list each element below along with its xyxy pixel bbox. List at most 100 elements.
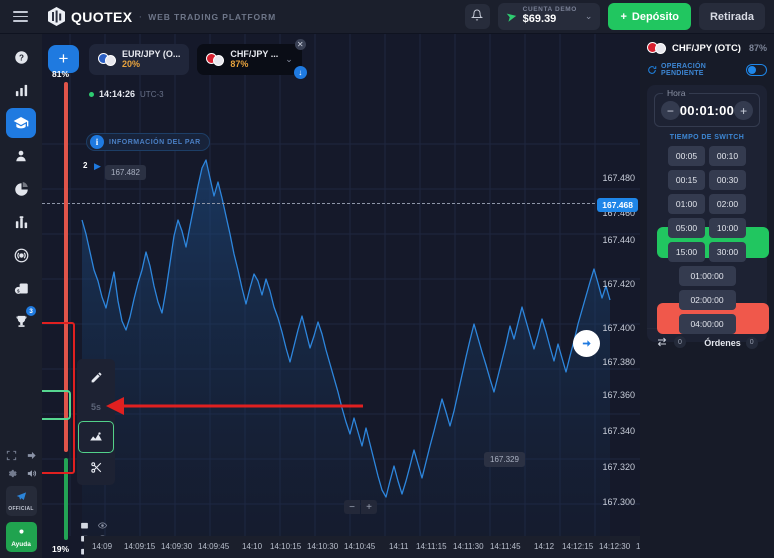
swap-group[interactable]: 0: [647, 336, 695, 348]
switch-option[interactable]: 10:00: [709, 218, 746, 238]
close-icon[interactable]: ✕: [294, 39, 306, 50]
brand-logo-group[interactable]: QUOTEX: [48, 7, 133, 26]
order-marker-icon: ▶: [94, 161, 101, 171]
price-tick: 167.380: [602, 357, 635, 367]
swap-icon: [656, 336, 668, 348]
low-price-tooltip: 167.329: [484, 452, 525, 467]
online-status-dot: [89, 91, 94, 97]
sidebar-utility-row-2: [6, 468, 37, 479]
brand-name: QUOTEX: [71, 8, 133, 25]
price-tick: 167.300: [602, 497, 635, 507]
current-price-line: [42, 203, 610, 204]
trade-controls: Hora − 00:01:00 + TIEMPO DE SWITCH 00:05…: [647, 85, 769, 349]
time-tick: 14:12:15: [562, 542, 594, 551]
help-support-button[interactable]: Ayuda: [5, 522, 37, 552]
time-tick: 14:10:15: [270, 542, 302, 551]
price-area-fill: [82, 160, 610, 536]
time-legend: Hora: [663, 88, 690, 98]
clock-time: 14:14:26: [99, 89, 136, 99]
switch-option[interactable]: 00:15: [668, 170, 705, 190]
time-stepper: − 00:01:00 +: [661, 101, 753, 120]
layer-row[interactable]: [80, 521, 107, 530]
switch-option[interactable]: 02:00:00: [678, 290, 736, 310]
chevron-down-icon[interactable]: ⌄: [285, 54, 293, 65]
switch-time-options: 00:05 00:10 00:15 00:30 01:00 02:00 05:0…: [654, 146, 760, 334]
drawing-toolbar: 5s: [77, 359, 115, 485]
svg-text:?: ?: [19, 53, 24, 62]
hamburger-line: [12, 15, 28, 18]
notifications-button[interactable]: [464, 4, 490, 29]
account-balance: $69.39: [522, 13, 557, 26]
help-label: Ayuda: [11, 541, 31, 548]
time-fieldset: Hora − 00:01:00 +: [654, 88, 760, 127]
account-selector[interactable]: ➤ CUENTA DEMO $69.39 ⌄: [497, 3, 601, 30]
sidebar-item-profile[interactable]: [6, 141, 36, 171]
scissors-tool-icon[interactable]: [77, 452, 115, 482]
time-tick: 14:11:45: [490, 542, 521, 551]
trade-panel: CHF/JPY (OTC) 87% OPERACIÓN PENDIENTE Ho…: [640, 34, 774, 558]
chart-area[interactable]: + 81% 19% EUR/JPY (O... 20% CHF/JPY ...: [42, 34, 640, 558]
sidebar-item-stats[interactable]: [6, 75, 36, 105]
pending-order-toggle[interactable]: [745, 64, 767, 76]
switch-option[interactable]: 15:00: [668, 242, 705, 262]
timeframe-5s-label[interactable]: 5s: [77, 392, 115, 422]
sidebar-item-portfolio[interactable]: [6, 207, 36, 237]
hamburger-menu-button[interactable]: [0, 0, 40, 34]
flag-pair-icon: [647, 41, 668, 55]
switch-option[interactable]: 01:00:00: [678, 266, 736, 286]
arrow-right-icon: [582, 340, 591, 347]
chevron-down-icon: ⌄: [584, 11, 593, 21]
eye-icon[interactable]: [98, 521, 107, 530]
official-label: OFFICIAL: [8, 505, 34, 512]
arrow-right-icon[interactable]: [26, 450, 37, 461]
gear-icon[interactable]: [6, 468, 17, 479]
fullscreen-icon[interactable]: [6, 450, 17, 461]
switch-option[interactable]: 00:05: [668, 146, 705, 166]
download-icon[interactable]: ↓: [293, 66, 307, 79]
switch-option[interactable]: 02:00: [709, 194, 746, 214]
pair-info-button[interactable]: i INFORMACIÓN DEL PAR: [86, 133, 210, 151]
pending-order-row[interactable]: OPERACIÓN PENDIENTE: [647, 63, 767, 77]
deposit-button[interactable]: + Depósito: [608, 3, 691, 30]
withdraw-button[interactable]: Retirada: [698, 3, 765, 30]
chart-canvas: [42, 34, 640, 536]
asset-tabs: EUR/JPY (O... 20% CHF/JPY ... 87% ⌄ ✕ ↓: [89, 39, 307, 79]
asset-tab-eurjpy[interactable]: EUR/JPY (O... 20%: [89, 44, 190, 75]
zoom-in-button[interactable]: +: [361, 500, 377, 514]
paper-plane-icon: ➤: [504, 7, 518, 25]
sidebar-item-signals[interactable]: [6, 240, 36, 270]
sidebar-item-education[interactable]: [6, 108, 36, 138]
time-increment-button[interactable]: +: [734, 101, 753, 120]
official-telegram-button[interactable]: OFFICIAL: [5, 486, 37, 516]
zoom-out-button[interactable]: −: [344, 500, 360, 514]
volume-icon[interactable]: [26, 468, 37, 479]
time-tick: 14:12: [534, 542, 555, 551]
sentiment-down-label: 19%: [52, 544, 70, 554]
info-icon: i: [90, 135, 104, 149]
flag-jpy-icon: [105, 55, 116, 66]
asset-tab-chfjpy[interactable]: CHF/JPY ... 87% ⌄ ✕ ↓: [197, 39, 307, 79]
switch-option[interactable]: 04:00:00: [678, 314, 736, 334]
pencil-tool-icon[interactable]: [77, 362, 115, 392]
switch-option[interactable]: 05:00: [668, 218, 705, 238]
tournaments-badge: 3: [26, 306, 36, 316]
switch-option[interactable]: 00:30: [709, 170, 746, 190]
sidebar-item-help[interactable]: ?: [6, 42, 36, 72]
switch-option[interactable]: 30:00: [709, 242, 746, 262]
switch-option[interactable]: 01:00: [668, 194, 705, 214]
hamburger-line: [12, 11, 28, 13]
sidebar-item-analytics[interactable]: [6, 174, 36, 204]
flag-jpy-icon: [655, 43, 666, 54]
switch-option[interactable]: 00:10: [709, 146, 746, 166]
chart-type-icon[interactable]: [78, 421, 114, 453]
time-tick: 14:10:45: [344, 542, 376, 551]
brand-subtitle: WEB TRADING PLATFORM: [148, 11, 277, 22]
time-decrement-button[interactable]: −: [661, 101, 680, 120]
time-axis: 14:09 14:09:15 14:09:30 14:09:45 14:10 1…: [84, 536, 640, 558]
time-tick: 14:10: [242, 542, 263, 551]
flag-pair-icon: [98, 52, 117, 67]
flag-pair-icon: [206, 52, 225, 67]
sidebar-item-tournaments[interactable]: 3: [6, 306, 36, 336]
sidebar-item-money[interactable]: $: [6, 273, 36, 303]
scroll-to-latest-button[interactable]: [573, 330, 600, 357]
